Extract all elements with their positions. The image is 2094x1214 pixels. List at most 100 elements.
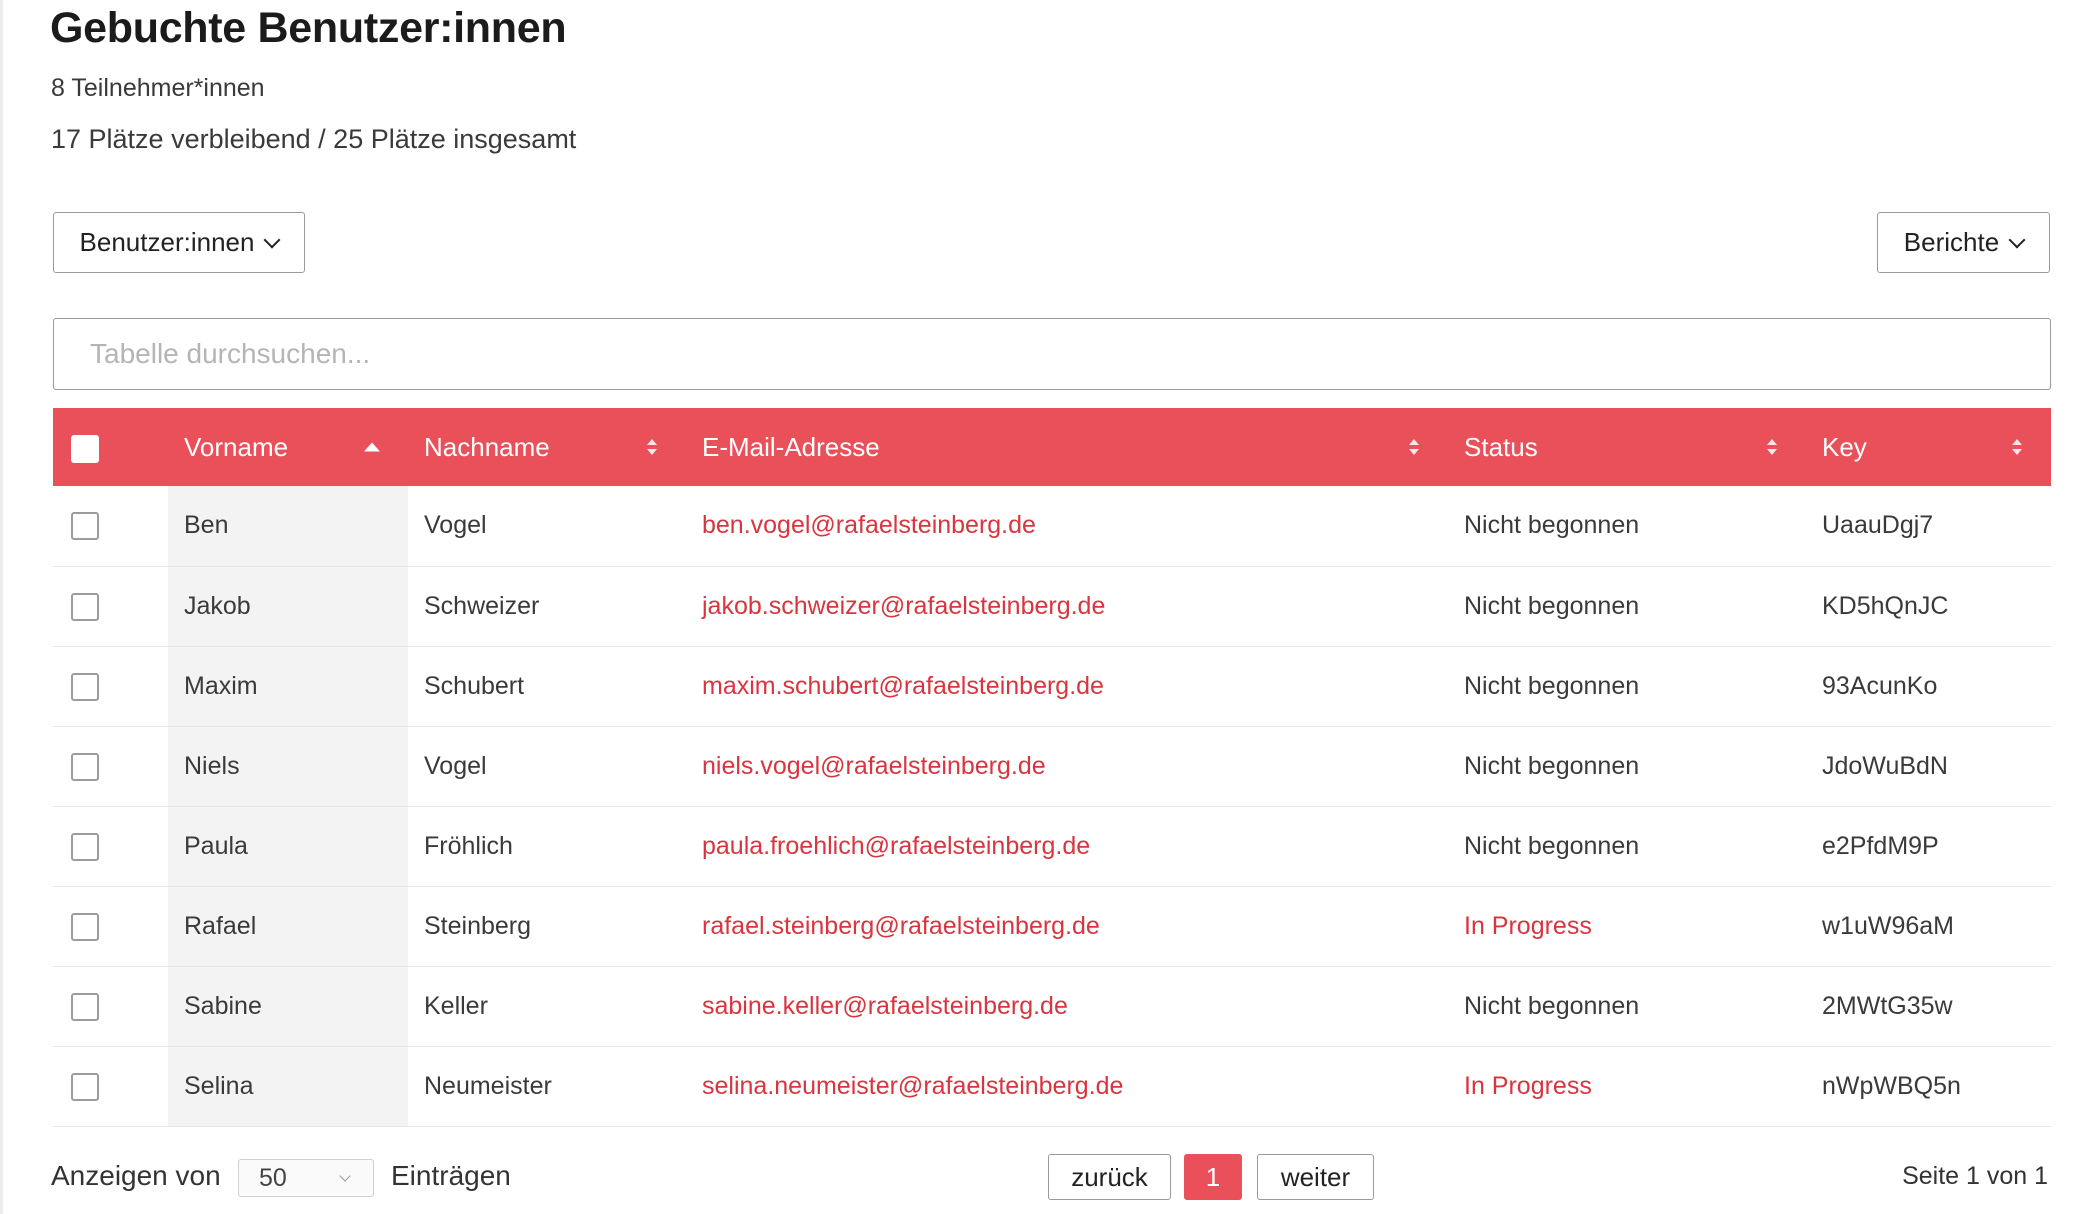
page-info: Seite 1 von 1	[1902, 1162, 2048, 1190]
chevron-down-icon	[339, 1170, 351, 1182]
column-header-label: Vorname	[184, 431, 289, 462]
cell-lastname: Neumeister	[424, 1071, 552, 1100]
cell-firstname: Rafael	[168, 886, 408, 966]
row-select-cell	[53, 1046, 168, 1126]
cell-status: Nicht begonnen	[1464, 751, 1640, 780]
row-select-cell	[53, 726, 168, 806]
chevron-down-icon	[263, 231, 281, 248]
page-title: Gebuchte Benutzer:innen	[50, 4, 567, 52]
table-header-row: Vorname Nachname E-Mail-Adresse Status K…	[53, 408, 2051, 486]
column-header-label: Status	[1464, 431, 1538, 462]
cell-firstname: Maxim	[168, 646, 408, 726]
column-header-status[interactable]: Status	[1448, 408, 1806, 486]
cell-status: In Progress	[1464, 911, 1592, 940]
cell-firstname: Paula	[168, 806, 408, 886]
cell-lastname: Vogel	[424, 511, 487, 540]
table-row: Niels Vogel niels.vogel@rafaelsteinberg.…	[53, 726, 2051, 806]
page-1-button[interactable]: 1	[1184, 1154, 1242, 1200]
cell-key: 93AcunKo	[1822, 671, 1938, 700]
column-header-label: E-Mail-Adresse	[702, 431, 880, 462]
select-all-cell	[53, 408, 168, 486]
cell-key: nWpWBQ5n	[1822, 1071, 1961, 1100]
cell-firstname: Jakob	[168, 566, 408, 646]
users-dropdown-button[interactable]: Benutzer:innen	[53, 212, 305, 273]
sort-icon	[1409, 439, 1419, 455]
cell-firstname: Niels	[168, 726, 408, 806]
row-checkbox[interactable]	[71, 912, 99, 941]
cell-status: Nicht begonnen	[1464, 591, 1640, 620]
participant-count: 8 Teilnehmer*innen	[51, 74, 265, 102]
users-table: Vorname Nachname E-Mail-Adresse Status K…	[53, 408, 2051, 1127]
cell-status: Nicht begonnen	[1464, 671, 1640, 700]
cell-key: e2PfdM9P	[1822, 831, 1939, 860]
column-header-key[interactable]: Key	[1806, 408, 2051, 486]
table-row: Selina Neumeister selina.neumeister@rafa…	[53, 1046, 2051, 1126]
cell-email-link[interactable]: selina.neumeister@rafaelsteinberg.de	[686, 1046, 1448, 1126]
cell-email-link[interactable]: paula.froehlich@rafaelsteinberg.de	[686, 806, 1448, 886]
cell-lastname: Keller	[424, 991, 488, 1020]
cell-lastname: Vogel	[424, 751, 487, 780]
row-checkbox[interactable]	[71, 992, 99, 1021]
show-entries-label: Anzeigen von	[51, 1160, 221, 1191]
cell-lastname: Fröhlich	[424, 831, 513, 860]
select-all-checkbox[interactable]	[71, 434, 99, 463]
chevron-down-icon	[2008, 231, 2026, 248]
row-checkbox[interactable]	[71, 672, 99, 701]
cell-status: Nicht begonnen	[1464, 511, 1640, 540]
cell-firstname: Sabine	[168, 966, 408, 1046]
cell-email-link[interactable]: jakob.schweizer@rafaelsteinberg.de	[686, 566, 1448, 646]
page-size-value: 50	[259, 1163, 287, 1192]
row-select-cell	[53, 966, 168, 1046]
cell-email-link[interactable]: maxim.schubert@rafaelsteinberg.de	[686, 646, 1448, 726]
column-header-label: Nachname	[424, 431, 550, 462]
entries-label: Einträgen	[391, 1160, 511, 1191]
column-header-label: Key	[1822, 431, 1867, 462]
cell-status: In Progress	[1464, 1071, 1592, 1100]
table-row: Maxim Schubert maxim.schubert@rafaelstei…	[53, 646, 2051, 726]
table-row: Sabine Keller sabine.keller@rafaelsteinb…	[53, 966, 2051, 1046]
sort-icon	[647, 439, 657, 455]
cell-lastname: Schubert	[424, 671, 525, 700]
cell-key: 2MWtG35w	[1822, 991, 1953, 1020]
cell-status: Nicht begonnen	[1464, 991, 1640, 1020]
table-row: Rafael Steinberg rafael.steinberg@rafael…	[53, 886, 2051, 966]
cell-lastname: Steinberg	[424, 911, 532, 940]
table-search-input[interactable]	[53, 318, 2051, 390]
cell-key: KD5hQnJC	[1822, 591, 1949, 620]
column-header-lastname[interactable]: Nachname	[408, 408, 686, 486]
table-row: Jakob Schweizer jakob.schweizer@rafaelst…	[53, 566, 2051, 646]
row-checkbox[interactable]	[71, 1072, 99, 1101]
cell-email-link[interactable]: sabine.keller@rafaelsteinberg.de	[686, 966, 1448, 1046]
row-checkbox[interactable]	[71, 592, 99, 621]
row-select-cell	[53, 806, 168, 886]
cell-firstname: Selina	[168, 1046, 408, 1126]
cell-lastname: Schweizer	[424, 591, 540, 620]
row-select-cell	[53, 566, 168, 646]
table-row: Ben Vogel ben.vogel@rafaelsteinberg.de N…	[53, 486, 2051, 566]
column-header-email[interactable]: E-Mail-Adresse	[686, 408, 1448, 486]
reports-dropdown-button[interactable]: Berichte	[1877, 212, 2050, 273]
row-checkbox[interactable]	[71, 512, 99, 541]
cell-firstname: Ben	[168, 486, 408, 566]
column-header-firstname[interactable]: Vorname	[168, 408, 408, 486]
next-page-button[interactable]: weiter	[1257, 1154, 1374, 1200]
row-checkbox[interactable]	[71, 832, 99, 861]
row-select-cell	[53, 486, 168, 566]
cell-status: Nicht begonnen	[1464, 831, 1640, 860]
row-checkbox[interactable]	[71, 752, 99, 781]
users-dropdown-label: Benutzer:innen	[79, 227, 255, 257]
table-row: Paula Fröhlich paula.froehlich@rafaelste…	[53, 806, 2051, 886]
cell-key: w1uW96aM	[1822, 911, 1954, 940]
page-size-select[interactable]: 50	[238, 1159, 374, 1197]
cell-key: JdoWuBdN	[1822, 751, 1948, 780]
row-select-cell	[53, 886, 168, 966]
cell-email-link[interactable]: rafael.steinberg@rafaelsteinberg.de	[686, 886, 1448, 966]
reports-dropdown-label: Berichte	[1903, 227, 2000, 257]
sort-icon	[2012, 439, 2022, 455]
cell-key: UaauDgj7	[1822, 511, 1934, 540]
row-select-cell	[53, 646, 168, 726]
previous-page-button[interactable]: zurück	[1048, 1154, 1171, 1200]
page: Gebuchte Benutzer:innen 8 Teilnehmer*inn…	[0, 0, 2094, 1214]
cell-email-link[interactable]: ben.vogel@rafaelsteinberg.de	[686, 486, 1448, 566]
cell-email-link[interactable]: niels.vogel@rafaelsteinberg.de	[686, 726, 1448, 806]
